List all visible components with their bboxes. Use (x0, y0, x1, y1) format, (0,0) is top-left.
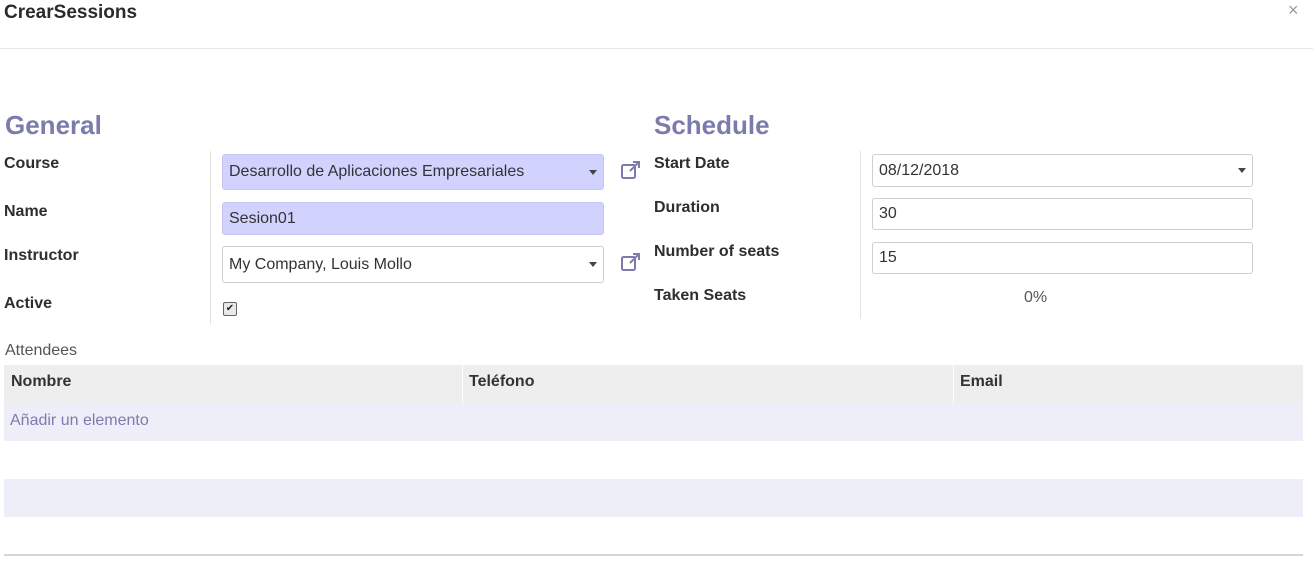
name-value: Sesion01 (229, 209, 296, 227)
start-date-select[interactable]: 08/12/2018 (872, 154, 1253, 187)
general-separator (210, 151, 211, 325)
start-date-label: Start Date (654, 155, 730, 172)
name-input[interactable]: Sesion01 (222, 202, 604, 235)
table-row (4, 479, 1303, 518)
duration-input[interactable]: 30 (872, 198, 1253, 230)
duration-label: Duration (654, 199, 720, 216)
close-icon[interactable]: × (1288, 0, 1299, 21)
table-row (4, 517, 1303, 556)
instructor-select[interactable]: My Company, Louis Mollo (222, 246, 604, 283)
course-select[interactable]: Desarrollo de Aplicaciones Empresariales (222, 154, 604, 190)
add-item-link[interactable]: Añadir un elemento (10, 412, 149, 430)
external-link-icon[interactable] (620, 251, 642, 273)
taken-seats-label: Taken Seats (654, 287, 747, 304)
attendees-label: Attendees (5, 342, 78, 359)
instructor-value: My Company, Louis Mollo (229, 255, 412, 273)
table-footer (4, 554, 1303, 556)
name-label: Name (4, 203, 48, 220)
header-divider (0, 48, 1313, 49)
column-divider (462, 365, 463, 403)
table-row (4, 441, 1303, 480)
attendees-table-header: Nombre Teléfono Email (4, 365, 1303, 404)
schedule-separator (860, 151, 861, 319)
active-checkbox[interactable]: ✔ (223, 302, 237, 316)
chevron-down-icon (1238, 168, 1246, 173)
active-label: Active (4, 295, 53, 312)
schedule-heading: Schedule (654, 110, 770, 140)
start-date-value: 08/12/2018 (879, 161, 960, 179)
general-heading: General (5, 110, 102, 140)
course-value: Desarrollo de Aplicaciones Empresariales (229, 163, 525, 180)
column-header-nombre[interactable]: Nombre (11, 373, 71, 391)
seats-value: 15 (879, 249, 897, 266)
chevron-down-icon (589, 169, 597, 175)
duration-value: 30 (879, 205, 897, 222)
dialog-title: CrearSessions (4, 2, 138, 23)
column-header-email[interactable]: Email (960, 373, 1003, 391)
course-label: Course (4, 155, 60, 172)
external-link-icon[interactable] (620, 159, 642, 181)
seats-input[interactable]: 15 (872, 242, 1253, 274)
column-header-telefono[interactable]: Teléfono (469, 373, 534, 391)
table-row: Añadir un elemento (4, 403, 1303, 442)
chevron-down-icon (589, 262, 597, 267)
seats-label: Number of seats (654, 243, 780, 260)
instructor-label: Instructor (4, 247, 79, 264)
column-divider (953, 365, 954, 403)
taken-seats-value: 0% (1024, 289, 1048, 306)
